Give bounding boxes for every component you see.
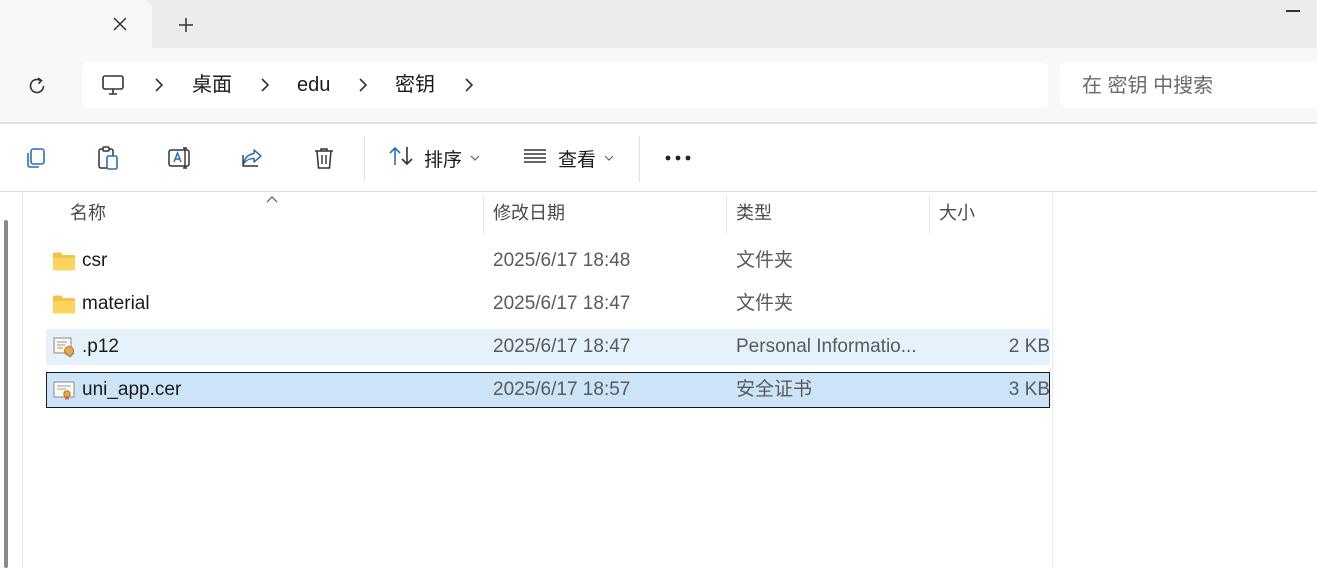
chevron-right-icon[interactable] bbox=[152, 76, 166, 94]
file-type: Personal Informatio... bbox=[736, 336, 917, 357]
file-type: 文件夹 bbox=[736, 250, 794, 271]
file-date: 2025/6/17 18:47 bbox=[493, 293, 631, 314]
minimize-icon[interactable] bbox=[1286, 10, 1300, 12]
folder-icon bbox=[53, 252, 75, 271]
search-box[interactable] bbox=[1060, 62, 1317, 108]
chevron-down-icon bbox=[470, 155, 480, 161]
chevron-right-icon[interactable] bbox=[462, 76, 476, 94]
chevron-down-icon bbox=[604, 155, 614, 161]
toolbar-separator bbox=[364, 136, 365, 182]
file-name: material bbox=[82, 293, 150, 314]
file-date: 2025/6/17 18:48 bbox=[493, 250, 631, 271]
file-name: .p12 bbox=[82, 336, 119, 357]
plus-icon[interactable] bbox=[172, 11, 200, 39]
file-list-pane: 名称 修改日期 类型 大小 csr 2025/6/17 18:48 文件夹 ma… bbox=[0, 192, 1317, 568]
breadcrumb-desktop[interactable]: 桌面 bbox=[192, 73, 232, 97]
share-icon[interactable] bbox=[236, 142, 268, 174]
chevron-right-icon[interactable] bbox=[356, 76, 370, 94]
sort-label: 排序 bbox=[424, 149, 463, 171]
breadcrumb[interactable]: 桌面 edu 密钥 bbox=[82, 62, 1048, 108]
file-size: 3 KB bbox=[1008, 379, 1050, 400]
column-separator[interactable] bbox=[726, 196, 727, 234]
sort-icon bbox=[388, 145, 414, 172]
column-separator[interactable] bbox=[483, 196, 484, 234]
table-row[interactable]: csr 2025/6/17 18:48 文件夹 bbox=[46, 243, 1050, 279]
breadcrumb-keys[interactable]: 密钥 bbox=[395, 73, 435, 97]
command-bar: 排序 查看 bbox=[0, 124, 1317, 191]
table-row[interactable]: uni_app.cer 2025/6/17 18:57 安全证书 3 KB bbox=[46, 372, 1050, 408]
tab-strip bbox=[0, 0, 1317, 48]
refresh-icon[interactable] bbox=[22, 72, 52, 100]
column-header-date[interactable]: 修改日期 bbox=[493, 192, 565, 234]
table-row[interactable]: material 2025/6/17 18:47 文件夹 bbox=[46, 286, 1050, 322]
column-header-name[interactable]: 名称 bbox=[70, 192, 106, 234]
paste-icon[interactable] bbox=[92, 142, 124, 174]
toolbar-separator bbox=[639, 136, 640, 182]
column-header-size[interactable]: 大小 bbox=[939, 192, 975, 234]
more-options-icon[interactable] bbox=[662, 142, 694, 174]
sort-button[interactable]: 排序 bbox=[388, 142, 480, 174]
sort-ascending-icon bbox=[264, 194, 280, 204]
p12-file-icon bbox=[53, 337, 75, 358]
computer-icon[interactable] bbox=[100, 73, 126, 97]
certificate-icon bbox=[53, 381, 75, 400]
file-name: uni_app.cer bbox=[82, 379, 182, 400]
active-tab[interactable] bbox=[0, 0, 152, 48]
file-date: 2025/6/17 18:57 bbox=[493, 379, 631, 400]
breadcrumb-edu[interactable]: edu bbox=[297, 73, 330, 97]
address-bar-row: 桌面 edu 密钥 bbox=[0, 48, 1317, 122]
close-icon[interactable] bbox=[106, 10, 134, 38]
column-separator[interactable] bbox=[929, 196, 930, 234]
rename-icon[interactable] bbox=[164, 142, 196, 174]
scrollbar-thumb[interactable] bbox=[4, 220, 8, 568]
file-type: 安全证书 bbox=[736, 379, 813, 400]
delete-icon[interactable] bbox=[308, 142, 340, 174]
table-row[interactable]: .p12 2025/6/17 18:47 Personal Informatio… bbox=[46, 329, 1050, 365]
column-header-type[interactable]: 类型 bbox=[736, 192, 772, 234]
file-date: 2025/6/17 18:47 bbox=[493, 336, 631, 357]
file-size: 2 KB bbox=[1008, 336, 1050, 357]
view-label: 查看 bbox=[558, 149, 597, 171]
copy-icon[interactable] bbox=[20, 142, 52, 174]
file-type: 文件夹 bbox=[736, 293, 794, 314]
view-button[interactable]: 查看 bbox=[522, 142, 614, 174]
search-input[interactable] bbox=[1082, 74, 1302, 98]
chevron-right-icon[interactable] bbox=[258, 76, 272, 94]
pane-divider bbox=[1052, 192, 1053, 568]
scrollbar[interactable] bbox=[0, 192, 23, 568]
view-icon bbox=[522, 146, 548, 171]
file-name: csr bbox=[82, 250, 108, 271]
folder-icon bbox=[53, 295, 75, 314]
